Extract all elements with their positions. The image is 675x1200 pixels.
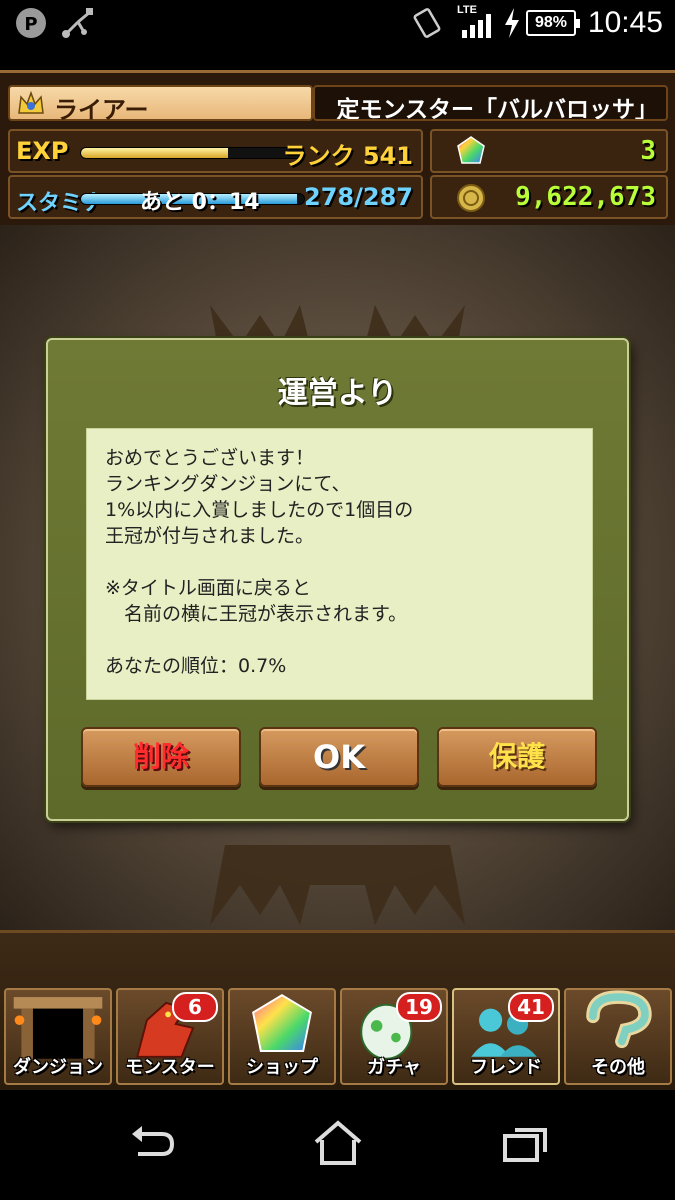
crown-icon (18, 90, 44, 114)
dialog-message: おめでとうございます！ ランキングダンジョンにて、 1%以内に入賞しましたので1… (86, 428, 593, 700)
coin-panel: 9,622,673 (430, 175, 668, 219)
coin-icon (457, 184, 485, 212)
android-nav-bar (0, 1090, 675, 1200)
exp-panel: EXP ランク 541 (8, 129, 423, 173)
svg-text:P: P (24, 14, 37, 35)
notice-dialog: 運営より おめでとうございます！ ランキングダンジョンにて、 1%以内に入賞しま… (46, 338, 629, 821)
menu-label: モンスター (125, 1057, 215, 1078)
protect-button[interactable]: 保護 (437, 727, 597, 787)
player-name: ライアー (54, 96, 149, 124)
dialog-title: 運営より (277, 376, 398, 411)
magic-stone-icon (252, 994, 312, 1052)
menu-label: ショップ (246, 1057, 318, 1078)
menu-shop[interactable]: ショップ (228, 988, 336, 1085)
menu-label: ガチャ (367, 1057, 421, 1078)
delete-button[interactable]: 削除 (81, 727, 241, 787)
home-icon[interactable] (312, 1120, 364, 1166)
question-mark-icon (586, 990, 652, 1049)
stamina-timer: あと 0：14 (140, 190, 260, 215)
ranking-result: あなたの順位：0.7% (105, 655, 287, 677)
note-line: 名前の横に王冠が表示されます。 (105, 603, 408, 625)
note-line: ※タイトル画面に戻ると (105, 577, 311, 599)
battery-indicator: 98% (526, 10, 580, 36)
monster-count-badge: 6 (172, 992, 218, 1022)
menu-dungeon[interactable]: ダンジョン (4, 988, 112, 1085)
coin-count: 9,622,673 (515, 182, 656, 212)
charging-icon (505, 8, 519, 38)
clock: 10:45 (587, 6, 663, 39)
ok-button[interactable]: OK (259, 727, 419, 787)
gacha-count-badge: 19 (396, 992, 442, 1022)
menu-friend[interactable]: 41 フレンド (452, 988, 560, 1085)
menu-other[interactable]: その他 (564, 988, 672, 1085)
message-line: 王冠が付与されました。 (105, 525, 315, 547)
magic-stone-icon (457, 136, 485, 164)
bottom-menu: ダンジョン 6 モンスター ショップ 19 ガチャ 41 フレンド その他 (0, 930, 675, 1090)
vibrate-icon (413, 8, 441, 38)
stamina-panel: スタミナ あと 0：14 278/287 (8, 175, 423, 219)
message-line: おめでとうございます！ (105, 447, 315, 469)
news-ticker: 定モンスター「バルバロッサ」 (313, 85, 668, 121)
message-line: 1%以内に入賞しましたので1個目の (105, 499, 414, 521)
usb-icon (62, 8, 93, 38)
magic-stone-panel[interactable]: 3 (430, 129, 668, 173)
signal-icon (462, 14, 491, 38)
stamina-value: 278/287 (304, 183, 413, 211)
dungeon-gate-icon (13, 997, 103, 1059)
menu-label: その他 (591, 1057, 645, 1078)
back-icon[interactable] (128, 1126, 176, 1162)
ticker-text: 定モンスター「バルバロッサ」 (336, 97, 658, 121)
pad-app-icon: P (16, 8, 46, 38)
message-line: ランキングダンジョンにて、 (105, 473, 351, 495)
menu-label: ダンジョン (13, 1057, 103, 1078)
player-name-bar[interactable]: ライアー (8, 85, 313, 124)
game-background: 運営より おめでとうございます！ ランキングダンジョンにて、 1%以内に入賞しま… (0, 225, 675, 930)
exp-bar-fill (81, 148, 229, 158)
game-header: ライアー 定モンスター「バルバロッサ」 EXP ランク 541 スタミナ あと … (0, 70, 675, 225)
rank-text: ランク 541 (282, 142, 413, 170)
recent-apps-icon[interactable] (503, 1126, 549, 1162)
exp-bar (80, 147, 305, 159)
exp-label: EXP (16, 137, 69, 165)
status-bar: P LTE 98% 10:45 (0, 0, 675, 50)
menu-label: フレンド (470, 1057, 542, 1078)
menu-monster[interactable]: 6 モンスター (116, 988, 224, 1085)
friend-count-badge: 41 (508, 992, 554, 1022)
magic-stone-count: 3 (640, 136, 656, 166)
menu-gacha[interactable]: 19 ガチャ (340, 988, 448, 1085)
